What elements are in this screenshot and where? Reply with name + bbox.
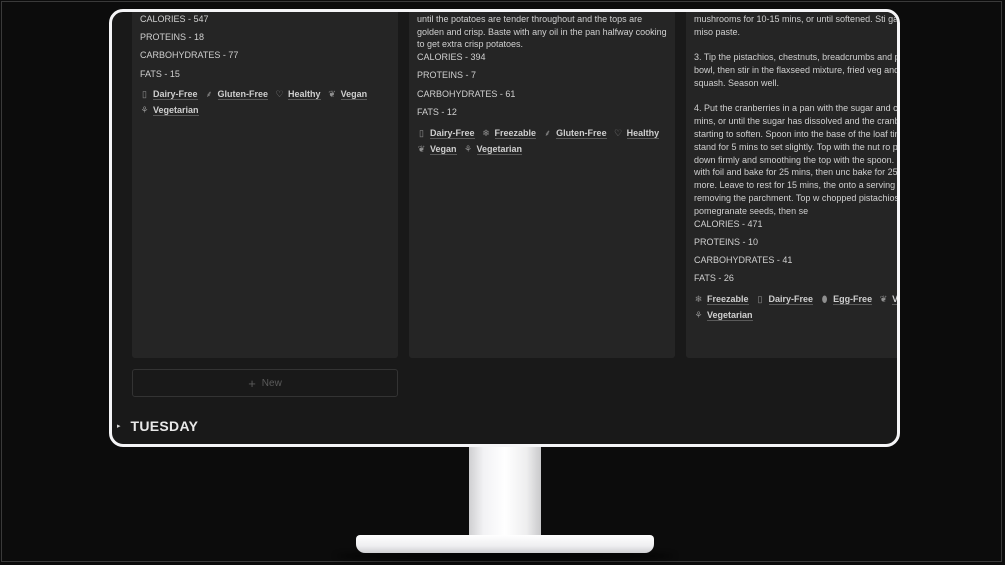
tag[interactable]: ▯ Dairy-Free — [417, 125, 475, 141]
nutrition-value: FATS - 12 — [417, 107, 457, 118]
nutrition-value: CARBOHYDRATES - 77 — [140, 50, 239, 61]
recipe-card[interactable]: 2. Heat the remaining oil in a frying pa… — [686, 12, 897, 358]
nutrition-value: CARBOHYDRATES - 61 — [417, 88, 516, 99]
tag-label: Vegetarian — [476, 143, 523, 155]
tag-label: Egg-Free — [833, 294, 873, 306]
tag[interactable]: ⸙ Gluten-Free — [205, 86, 269, 102]
nutrition-value: PROTEINS - 10 — [694, 236, 759, 247]
tag-label: Dairy-Free — [153, 89, 198, 101]
tag[interactable]: ▯ Dairy-Free — [756, 291, 814, 307]
tag[interactable]: ❦ Vegan — [417, 141, 457, 157]
tag[interactable]: ⚘ Vegetarian — [694, 307, 753, 323]
tag[interactable]: ❄ Freezable — [482, 125, 537, 141]
tag-label: Healthy — [288, 89, 321, 101]
tag-label: Freezable — [494, 127, 537, 139]
tag-label: Vegan — [430, 143, 457, 155]
recipe-step: 4. Put the cranberries in a pan with the… — [694, 103, 897, 216]
healthy-icon: ♡ — [275, 89, 284, 100]
vegan-icon: ❦ — [879, 294, 888, 305]
vegan-icon: ❦ — [417, 143, 426, 154]
tag-label: Dairy-Free — [768, 294, 814, 306]
recipe-step: 3. Tip the pistachios, chestnuts, breadc… — [694, 52, 897, 88]
tag-label: Dairy-Free — [430, 127, 475, 139]
day-section-header[interactable]: ▸ TUESDAY — [117, 418, 198, 434]
recipe-steps: garlic, rosemary, and season well. Roast… — [417, 12, 667, 51]
tag-label: Vega — [892, 294, 897, 306]
recipe-card[interactable]: serve hot. CALORIES - 547PROTEINS - 18CA… — [132, 12, 398, 358]
gluten-free-icon: ⸙ — [544, 127, 551, 138]
tag-list: ▯ Dairy-Free ⸙ Gluten-Free ♡ Healthy ❦ Vegan ⚘ Ve… — [140, 86, 390, 118]
monitor-stand-neck — [469, 445, 541, 537]
nutrition-list: CALORIES - 547 PROTEINS - 18 CARBOHYDRATES… — [140, 13, 390, 81]
tag-label: Gluten-Free — [217, 89, 269, 101]
new-button-label: New — [261, 377, 282, 389]
dairy-free-icon: ▯ — [757, 294, 763, 305]
tag[interactable]: ▯ Dairy-Free — [140, 86, 198, 102]
nutrition-value: CALORIES - 547 — [140, 13, 209, 24]
egg-free-icon: ⬮ — [821, 294, 828, 305]
tag[interactable]: ⸙ Gluten-Free — [543, 125, 607, 141]
dairy-free-icon: ▯ — [419, 127, 424, 138]
nutrition-value: FATS - 26 — [694, 273, 734, 284]
day-title: TUESDAY — [130, 418, 199, 434]
vegetarian-icon: ⚘ — [463, 143, 473, 154]
tag-label: Vegan — [340, 89, 368, 101]
nutrition-value: CALORIES - 471 — [694, 218, 763, 229]
tag-list: ▯ Dairy-Free ❄ Freezable ⸙ Gluten-Free ♡ Health… — [417, 125, 667, 157]
nutrition-list: CALORIES - 394 PROTEINS - 7 CARBOHYDRATES … — [417, 51, 667, 119]
tag[interactable]: ♡ Healthy — [275, 86, 321, 102]
tag[interactable]: ⚘ Vegetarian — [464, 141, 523, 157]
monitor-stand-base — [356, 535, 654, 553]
nutrition-value: PROTEINS - 18 — [140, 32, 205, 43]
recipe-step: 2. Heat the remaining oil in a frying pa… — [694, 13, 897, 37]
tag[interactable]: ❦ Vega — [879, 291, 897, 307]
nutrition-value: FATS - 15 — [140, 68, 180, 79]
tag[interactable]: ❦ Vegan — [328, 86, 368, 102]
recipe-card[interactable]: garlic, rosemary, and season well. Roast… — [409, 12, 675, 358]
tag[interactable]: ♡ Healthy — [614, 125, 660, 141]
freezable-icon: ❄ — [694, 294, 703, 305]
nutrition-value: CARBOHYDRATES - 41 — [694, 255, 793, 266]
monitor: serve hot. CALORIES - 547PROTEINS - 18CA… — [109, 9, 900, 447]
tag[interactable]: ❄ Freezable — [694, 291, 749, 307]
plus-icon: + — [248, 375, 256, 391]
dairy-free-icon: ▯ — [142, 89, 147, 100]
tag-label: Healthy — [626, 127, 660, 139]
freezable-icon: ❄ — [482, 127, 490, 138]
screen: serve hot. CALORIES - 547PROTEINS - 18CA… — [112, 12, 897, 444]
tag-label: Freezable — [707, 294, 749, 306]
nutrition-list: CALORIES - 471 PROTEINS - 10 CARBOHYDRATES… — [694, 218, 897, 286]
tag[interactable]: ⚘ Vegetarian — [140, 102, 199, 118]
recipe-steps: 2. Heat the remaining oil in a frying pa… — [694, 12, 897, 218]
vegetarian-icon: ⚘ — [140, 105, 149, 116]
toggle-triangle-icon[interactable]: ▸ — [117, 422, 121, 430]
tag[interactable]: ⬮ Egg-Free — [820, 291, 873, 307]
tag-list: ❄ Freezable ▯ Dairy-Free ⬮ Egg-Free ❦ Vega ⚘ Vege… — [694, 291, 897, 323]
nutrition-value: CALORIES - 394 — [417, 52, 486, 63]
tag-label: Gluten-Free — [556, 127, 607, 139]
recipe-step: garlic, rosemary, and season well. Roast… — [417, 13, 667, 50]
tag-label: Vegetarian — [153, 105, 199, 117]
healthy-icon: ♡ — [614, 127, 623, 138]
vegan-icon: ❦ — [328, 89, 336, 100]
nutrition-value: PROTEINS - 7 — [417, 70, 477, 81]
new-page-button[interactable]: + New — [132, 369, 398, 397]
gluten-free-icon: ⸙ — [205, 89, 213, 100]
tag-label: Vegetarian — [707, 310, 753, 322]
vegetarian-icon: ⚘ — [694, 310, 703, 321]
